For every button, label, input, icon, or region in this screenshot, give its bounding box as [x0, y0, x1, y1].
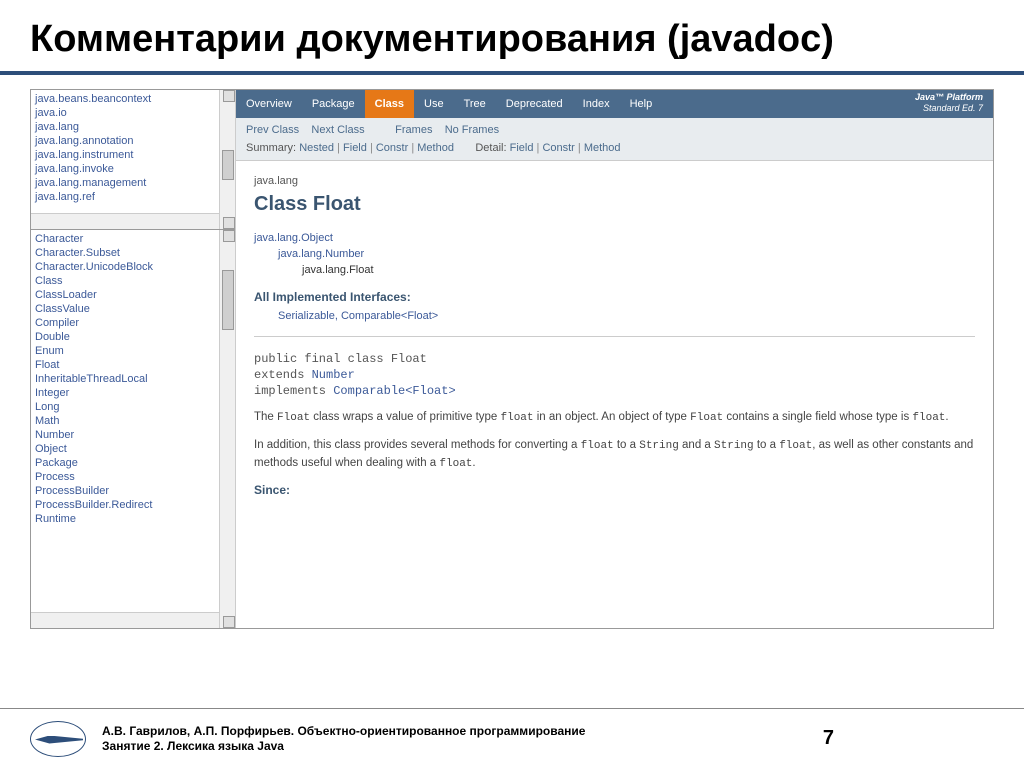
detail-constr[interactable]: Constr	[542, 142, 574, 154]
package-link[interactable]: java.beans.beancontext	[35, 92, 231, 106]
class-link[interactable]: ClassLoader	[35, 288, 231, 302]
class-link[interactable]: ProcessBuilder.Redirect	[35, 498, 231, 512]
noframes-link[interactable]: No Frames	[445, 124, 499, 136]
doc-body: java.lang Class Float java.lang.Object j…	[236, 161, 993, 517]
hier-object[interactable]: java.lang.Object	[254, 232, 333, 244]
package-list-panel: java.beans.beancontextjava.iojava.langja…	[31, 90, 235, 230]
class-link[interactable]: Character	[35, 232, 231, 246]
left-panels: java.beans.beancontextjava.iojava.langja…	[31, 90, 236, 628]
class-link[interactable]: Runtime	[35, 512, 231, 526]
tab-overview[interactable]: Overview	[236, 90, 302, 118]
hier-float: java.lang.Float	[302, 264, 374, 276]
sig-line1: public final class Float	[254, 351, 975, 367]
horizontal-scrollbar[interactable]	[31, 612, 219, 628]
implemented-heading: All Implemented Interfaces:	[254, 290, 975, 304]
package-link[interactable]: java.lang.ref	[35, 190, 231, 204]
class-link[interactable]: Object	[35, 442, 231, 456]
class-link[interactable]: Package	[35, 456, 231, 470]
class-list-panel: CharacterCharacter.SubsetCharacter.Unico…	[31, 230, 235, 628]
class-link[interactable]: ClassValue	[35, 302, 231, 316]
description-p2: In addition, this class provides several…	[254, 437, 975, 473]
hier-number[interactable]: java.lang.Number	[278, 248, 364, 260]
prev-class-link[interactable]: Prev Class	[246, 124, 299, 136]
class-signature: public final class Float extends Number …	[254, 351, 975, 399]
horizontal-scrollbar[interactable]	[31, 213, 219, 229]
tab-deprecated[interactable]: Deprecated	[496, 90, 573, 118]
slide-title: Комментарии документирования (javadoc)	[0, 0, 1024, 71]
vertical-scrollbar[interactable]	[219, 230, 235, 628]
slide-number: 7	[823, 727, 994, 750]
class-link[interactable]: Class	[35, 274, 231, 288]
sub-navbar: Prev Class Next Class Frames No Frames S…	[236, 118, 993, 161]
javadoc-screenshot: java.beans.beancontextjava.iojava.langja…	[30, 89, 994, 629]
package-link[interactable]: java.lang.management	[35, 176, 231, 190]
detail-method[interactable]: Method	[584, 142, 621, 154]
frames-link[interactable]: Frames	[395, 124, 432, 136]
summary-constr[interactable]: Constr	[376, 142, 408, 154]
tab-package[interactable]: Package	[302, 90, 365, 118]
title-underline	[0, 71, 1024, 75]
class-link[interactable]: Number	[35, 428, 231, 442]
top-navbar: Overview Package Class Use Tree Deprecat…	[236, 90, 993, 118]
description-p1: The Float class wraps a value of primiti…	[254, 409, 975, 427]
implemented-list[interactable]: Serializable, Comparable<Float>	[254, 310, 975, 322]
main-doc: Overview Package Class Use Tree Deprecat…	[236, 90, 993, 628]
package-name: java.lang	[254, 175, 975, 187]
package-link[interactable]: java.lang	[35, 120, 231, 134]
package-link[interactable]: java.io	[35, 106, 231, 120]
footer-text: А.В. Гаврилов, А.П. Порфирьев. Объектно-…	[102, 724, 823, 754]
summary-label: Summary:	[246, 142, 296, 154]
tab-class[interactable]: Class	[365, 90, 414, 118]
slide-footer: А.В. Гаврилов, А.П. Порфирьев. Объектно-…	[0, 708, 1024, 768]
class-link[interactable]: Compiler	[35, 316, 231, 330]
sig-extends-link[interactable]: Number	[312, 368, 355, 382]
class-link[interactable]: Integer	[35, 386, 231, 400]
class-link[interactable]: Double	[35, 330, 231, 344]
class-link[interactable]: Math	[35, 414, 231, 428]
tab-index[interactable]: Index	[573, 90, 620, 118]
package-link[interactable]: java.lang.invoke	[35, 162, 231, 176]
logo-icon	[30, 721, 86, 757]
class-title: Class Float	[254, 193, 975, 216]
detail-label: Detail:	[475, 142, 506, 154]
summary-method[interactable]: Method	[417, 142, 454, 154]
sig-implements-link[interactable]: Comparable<Float>	[333, 384, 455, 398]
class-link[interactable]: InheritableThreadLocal	[35, 372, 231, 386]
class-link[interactable]: Character.UnicodeBlock	[35, 260, 231, 274]
package-link[interactable]: java.lang.annotation	[35, 134, 231, 148]
class-link[interactable]: Enum	[35, 344, 231, 358]
platform-text: Java™ Platform	[915, 92, 983, 102]
package-link[interactable]: java.lang.instrument	[35, 148, 231, 162]
class-link[interactable]: Character.Subset	[35, 246, 231, 260]
detail-field[interactable]: Field	[510, 142, 534, 154]
class-link[interactable]: ProcessBuilder	[35, 484, 231, 498]
divider	[254, 336, 975, 337]
vertical-scrollbar[interactable]	[219, 90, 235, 229]
class-link[interactable]: Process	[35, 470, 231, 484]
tab-tree[interactable]: Tree	[454, 90, 496, 118]
class-hierarchy: java.lang.Object java.lang.Number java.l…	[254, 230, 975, 278]
class-link[interactable]: Long	[35, 400, 231, 414]
platform-label: Java™ Platform Standard Ed. 7	[915, 92, 983, 114]
tab-help[interactable]: Help	[620, 90, 663, 118]
summary-field[interactable]: Field	[343, 142, 367, 154]
since-heading: Since:	[254, 483, 975, 497]
class-link[interactable]: Float	[35, 358, 231, 372]
edition-text: Standard Ed. 7	[923, 103, 983, 113]
summary-nested[interactable]: Nested	[299, 142, 334, 154]
next-class-link[interactable]: Next Class	[311, 124, 364, 136]
tab-use[interactable]: Use	[414, 90, 454, 118]
